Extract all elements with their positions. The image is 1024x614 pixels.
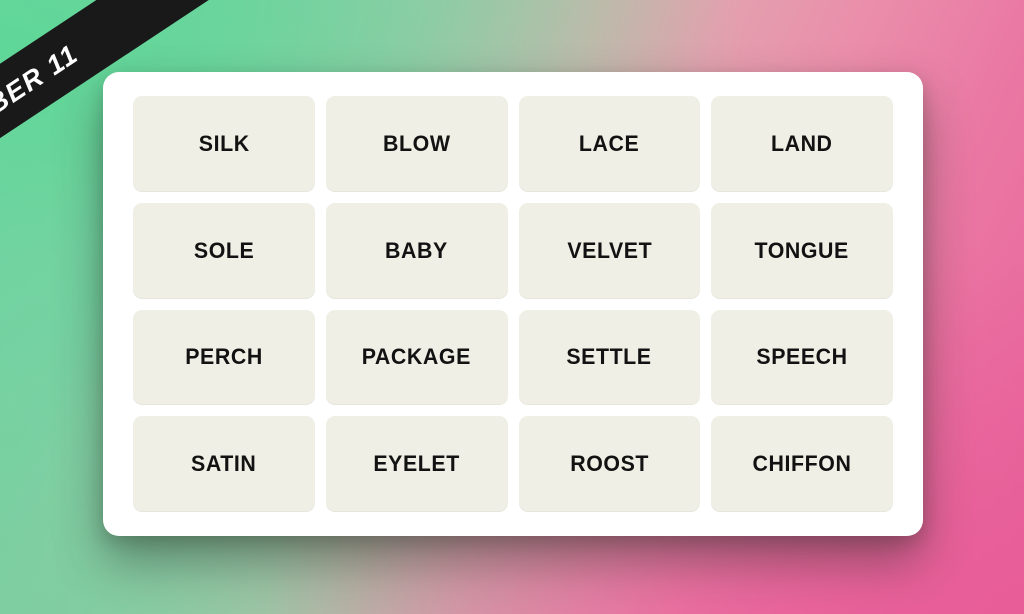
- word-tile-label: EYELET: [373, 451, 460, 477]
- word-tile[interactable]: SILK: [133, 96, 315, 192]
- word-tile[interactable]: SPEECH: [711, 309, 893, 406]
- word-tile-label: BABY: [385, 237, 449, 263]
- word-tile-label: PERCH: [185, 344, 263, 370]
- word-tile[interactable]: SOLE: [133, 202, 315, 299]
- word-tile-label: LAND: [771, 130, 833, 156]
- puzzle-board-card: SILK BLOW LACE LAND SOLE BABY VELVET TON…: [103, 72, 923, 536]
- word-grid: SILK BLOW LACE LAND SOLE BABY VELVET TON…: [133, 96, 893, 512]
- word-tile-label: TONGUE: [754, 237, 850, 263]
- word-tile[interactable]: TONGUE: [711, 202, 893, 299]
- word-tile[interactable]: SETTLE: [518, 309, 701, 406]
- word-tile[interactable]: LACE: [518, 96, 701, 192]
- word-tile-label: SPEECH: [756, 344, 848, 370]
- word-tile-label: PACKAGE: [362, 344, 472, 370]
- word-tile-label: LACE: [579, 130, 640, 156]
- word-tile-label: SETTLE: [566, 344, 653, 370]
- word-tile[interactable]: BLOW: [325, 96, 508, 192]
- word-tile[interactable]: SATIN: [133, 416, 315, 512]
- word-tile[interactable]: PERCH: [133, 309, 315, 406]
- word-tile-label: SOLE: [193, 237, 255, 263]
- word-tile-label: VELVET: [566, 237, 652, 263]
- word-tile-label: SATIN: [191, 451, 257, 477]
- word-tile[interactable]: CHIFFON: [711, 416, 893, 512]
- word-tile[interactable]: PACKAGE: [325, 309, 508, 406]
- word-tile[interactable]: EYELET: [325, 416, 508, 512]
- word-tile-label: ROOST: [569, 451, 649, 477]
- word-tile[interactable]: LAND: [711, 96, 893, 192]
- word-tile[interactable]: BABY: [325, 202, 508, 299]
- word-tile-label: SILK: [198, 130, 250, 156]
- word-tile[interactable]: ROOST: [518, 416, 701, 512]
- word-tile[interactable]: VELVET: [518, 202, 701, 299]
- word-tile-label: CHIFFON: [752, 451, 852, 477]
- word-tile-label: BLOW: [382, 130, 451, 156]
